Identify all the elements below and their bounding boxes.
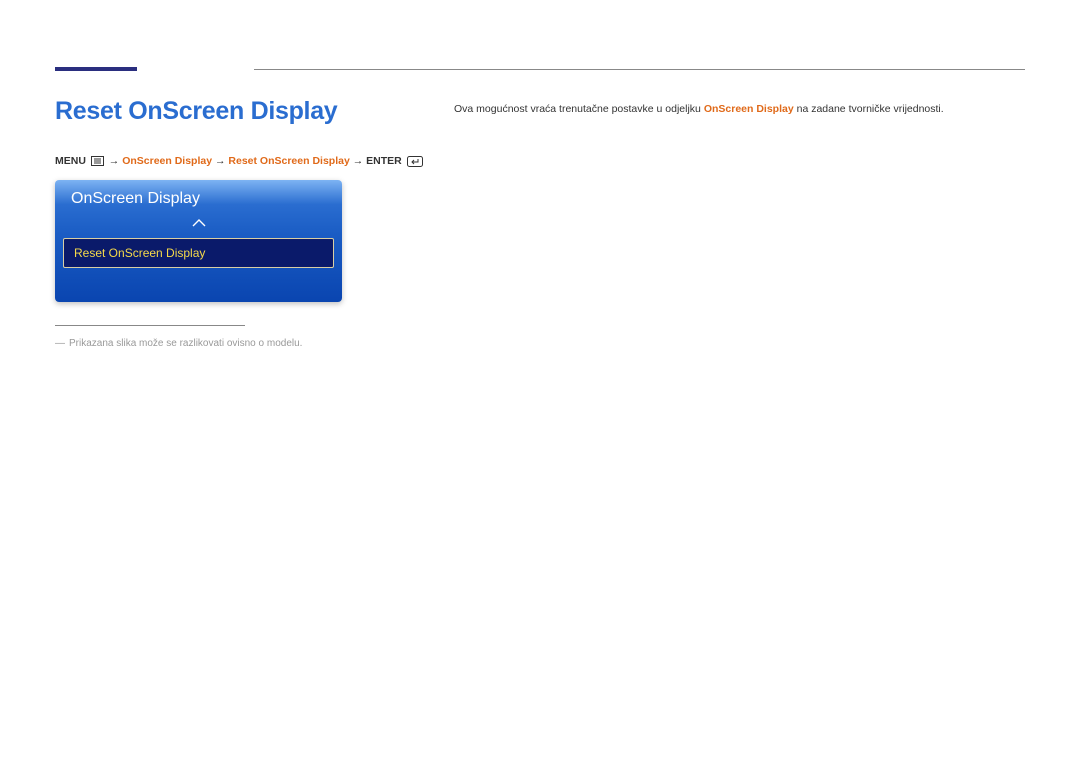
breadcrumb-arrow-1: → — [109, 155, 122, 167]
header-rule — [254, 69, 1025, 70]
body-description: Ova mogućnost vraća trenutačne postavke … — [454, 102, 1025, 118]
enter-icon — [407, 156, 423, 167]
body-before: Ova mogućnost vraća trenutačne postavke … — [454, 103, 704, 115]
body-highlight: OnScreen Display — [704, 103, 794, 115]
breadcrumb-enter-label: ENTER — [366, 155, 402, 167]
breadcrumb: MENU → OnScreen Display → Reset OnScreen… — [55, 155, 425, 167]
page-title: Reset OnScreen Display — [55, 97, 337, 126]
footnote-rule — [55, 325, 245, 326]
body-after: na zadane tvorničke vrijednosti. — [794, 103, 944, 115]
footnote-dash: ― — [55, 338, 65, 349]
breadcrumb-arrow-2: → — [215, 155, 228, 167]
breadcrumb-menu-label: MENU — [55, 155, 86, 167]
osd-selected-item[interactable]: Reset OnScreen Display — [63, 238, 334, 268]
breadcrumb-p1: OnScreen Display — [122, 155, 212, 167]
breadcrumb-p2: Reset OnScreen Display — [228, 155, 349, 167]
accent-bar — [55, 67, 137, 71]
footnote-text: Prikazana slika može se razlikovati ovis… — [69, 338, 302, 349]
osd-header: OnScreen Display — [55, 180, 342, 212]
menu-icon — [91, 156, 104, 166]
osd-panel: OnScreen Display Reset OnScreen Display — [55, 180, 342, 302]
chevron-up-icon[interactable] — [55, 212, 342, 238]
breadcrumb-arrow-3: → — [353, 155, 366, 167]
footnote: ― Prikazana slika može se razlikovati ovi… — [55, 338, 302, 349]
